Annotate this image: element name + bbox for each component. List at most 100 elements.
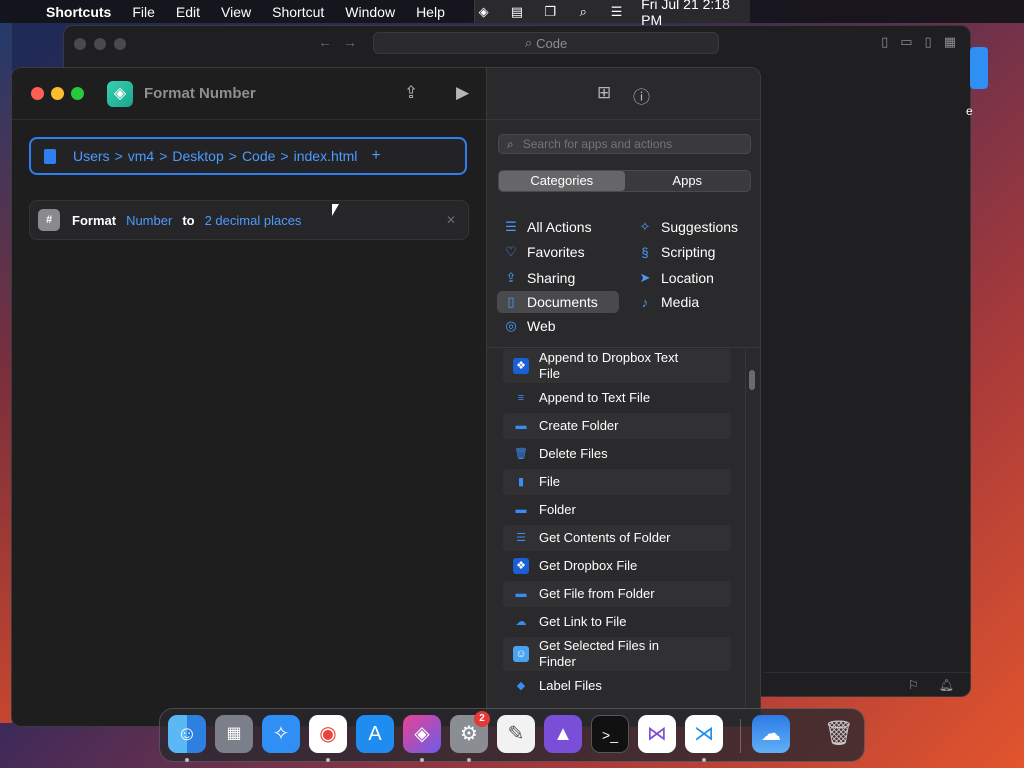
menu-edit[interactable]: Edit [176, 4, 200, 20]
dock-launchpad-icon[interactable]: ▦ [215, 715, 253, 753]
path-segment[interactable]: Users [73, 148, 110, 164]
dock-terminal-icon[interactable]: >_ [591, 715, 629, 753]
dock-app-store-icon[interactable]: A [356, 715, 394, 753]
menu-window[interactable]: Window [345, 4, 395, 20]
category-location[interactable]: ➤ Location [637, 267, 714, 289]
list-item[interactable]: ▬ Create Folder [503, 413, 731, 439]
layers-icon[interactable]: ◈ [475, 4, 492, 19]
dock-shortcuts-icon[interactable]: ◈ [403, 715, 441, 753]
list-item[interactable]: ▮ File [503, 469, 731, 495]
shortcut-title[interactable]: Format Number [144, 85, 256, 102]
bg-search-field[interactable]: ⌕ Code [373, 32, 719, 54]
bg-zoom-icon[interactable] [114, 38, 126, 50]
running-indicator [420, 758, 424, 762]
bell-icon[interactable]: 🔔︎ [939, 678, 954, 692]
desktop-file-tile[interactable] [970, 47, 988, 89]
segment-apps[interactable]: Apps [625, 171, 751, 191]
category-favorites[interactable]: ♡ Favorites [503, 241, 584, 263]
path-segment[interactable]: vm4 [128, 148, 154, 164]
dock-visual-studio-icon[interactable]: ⋈ [638, 715, 676, 753]
library-search-input[interactable] [520, 136, 735, 152]
list-item[interactable]: ≡ Append to Text File [503, 385, 731, 411]
list-item[interactable]: ❖ Get Dropbox File [503, 553, 731, 579]
info-icon[interactable]: ⓘ [633, 83, 650, 108]
add-path-button[interactable]: + [371, 147, 380, 165]
share-icon[interactable]: ⇪ [404, 83, 418, 103]
dock-instruments-icon[interactable]: ▲ [544, 715, 582, 753]
path-segment[interactable]: Code [242, 148, 275, 164]
remove-action-button[interactable]: ✕ [446, 213, 456, 227]
left-panel-icon[interactable]: ▯ [881, 34, 888, 50]
library-scrollbar-thumb[interactable] [749, 370, 755, 390]
format-number-action[interactable]: # Format Number to 2 decimal places ✕ [29, 200, 469, 240]
list-item[interactable]: ▬ Folder [503, 497, 731, 523]
shortcut-app-icon[interactable]: ◈ [107, 81, 133, 107]
path-segment[interactable]: Desktop [172, 148, 223, 164]
menu-view[interactable]: View [221, 4, 251, 20]
category-media[interactable]: ♪ Media [637, 291, 699, 313]
minimize-button[interactable] [51, 87, 64, 100]
menu-clock[interactable]: Fri Jul 21 2:18 PM [641, 0, 750, 28]
segment-categories[interactable]: Categories [499, 171, 625, 191]
list-item[interactable]: ▬ Get File from Folder [503, 581, 731, 607]
list-item[interactable]: ☰ Get Contents of Folder [503, 525, 731, 551]
sidebar-icon[interactable]: ▤ [508, 4, 525, 19]
file-path-input[interactable]: Users > vm4 > Desktop > Code > index.htm… [29, 137, 467, 175]
menu-file[interactable]: File [132, 4, 155, 20]
dock-chrome-icon[interactable]: ◉ [309, 715, 347, 753]
list-item[interactable]: 🗑︎ Delete Files [503, 441, 731, 467]
action-input-token[interactable]: Number [126, 213, 172, 228]
close-button[interactable] [31, 87, 44, 100]
run-play-icon[interactable]: ▶ [456, 83, 469, 103]
list-item[interactable]: ◆ Label Files [503, 673, 731, 699]
bg-close-icon[interactable] [74, 38, 86, 50]
category-scripting[interactable]: § Scripting [637, 241, 715, 263]
dock-finder-icon[interactable]: ☺ [168, 715, 206, 753]
compass-icon: ◎ [505, 318, 517, 333]
scripting-icon: § [641, 244, 649, 260]
list-item[interactable]: ☁ Get Link to File [503, 609, 731, 635]
path-segment[interactable]: index.html [294, 148, 358, 164]
library-divider [487, 347, 760, 348]
bottom-panel-icon[interactable]: ▭ [900, 34, 912, 50]
library-search-field[interactable]: ⌕ [498, 134, 751, 154]
dock-safari-icon[interactable]: ✧ [262, 715, 300, 753]
menu-extras: ◈ ▤ ❐ ⌕ ☰ Fri Jul 21 2:18 PM [474, 0, 750, 28]
search-icon: ⌕ [524, 35, 533, 50]
menu-bar: Shortcuts File Edit View Shortcut Window… [0, 0, 1024, 28]
dock-trash-icon[interactable]: 🗑︎ [820, 715, 858, 753]
category-sharing[interactable]: ⇪ Sharing [503, 267, 576, 289]
layout-grid-icon[interactable]: ▦ [944, 34, 956, 50]
menu-app-name[interactable]: Shortcuts [46, 4, 111, 20]
control-center-icon[interactable]: ☰ [608, 4, 625, 19]
broadcast-icon[interactable]: ⚐ [908, 678, 919, 692]
bg-minimize-icon[interactable] [94, 38, 106, 50]
windows-icon[interactable]: ❐ [541, 4, 558, 19]
dropbox-icon: ❖ [513, 558, 529, 574]
spotlight-search-icon[interactable]: ⌕ [575, 4, 592, 19]
dock-textedit-icon[interactable]: ✎ [497, 715, 535, 753]
list-item[interactable]: ❖ Append to Dropbox Text File [503, 349, 731, 383]
back-arrow-icon[interactable]: ← [318, 34, 332, 50]
list-item[interactable]: ☺ Get Selected Files in Finder [503, 637, 731, 671]
action-option-token[interactable]: 2 decimal places [205, 213, 302, 228]
zoom-button[interactable] [71, 87, 84, 100]
dock-weather-icon[interactable]: ☁ [752, 715, 790, 753]
forward-arrow-icon[interactable]: → [343, 34, 357, 50]
category-suggestions[interactable]: ✧ Suggestions [637, 216, 739, 238]
running-indicator [467, 758, 471, 762]
category-all-actions[interactable]: ☰ All Actions [503, 216, 591, 238]
action-library-icon[interactable]: ⊞ [597, 83, 611, 103]
menu-help[interactable]: Help [416, 4, 445, 20]
action-verb: Format [72, 212, 117, 228]
dropbox-icon: ❖ [513, 358, 529, 374]
menu-shortcut[interactable]: Shortcut [272, 4, 324, 20]
library-scrollbar-track[interactable] [745, 349, 760, 709]
search-icon: ⌕ [507, 136, 514, 151]
dock-separator [740, 719, 741, 753]
right-panel-icon[interactable]: ▯ [925, 34, 932, 50]
category-web[interactable]: ◎ Web [503, 315, 555, 337]
settings-notification-badge: 2 [474, 711, 490, 727]
dock-vscode-icon[interactable]: ⋊ [685, 715, 723, 753]
category-documents[interactable]: ▯ Documents [497, 291, 619, 313]
